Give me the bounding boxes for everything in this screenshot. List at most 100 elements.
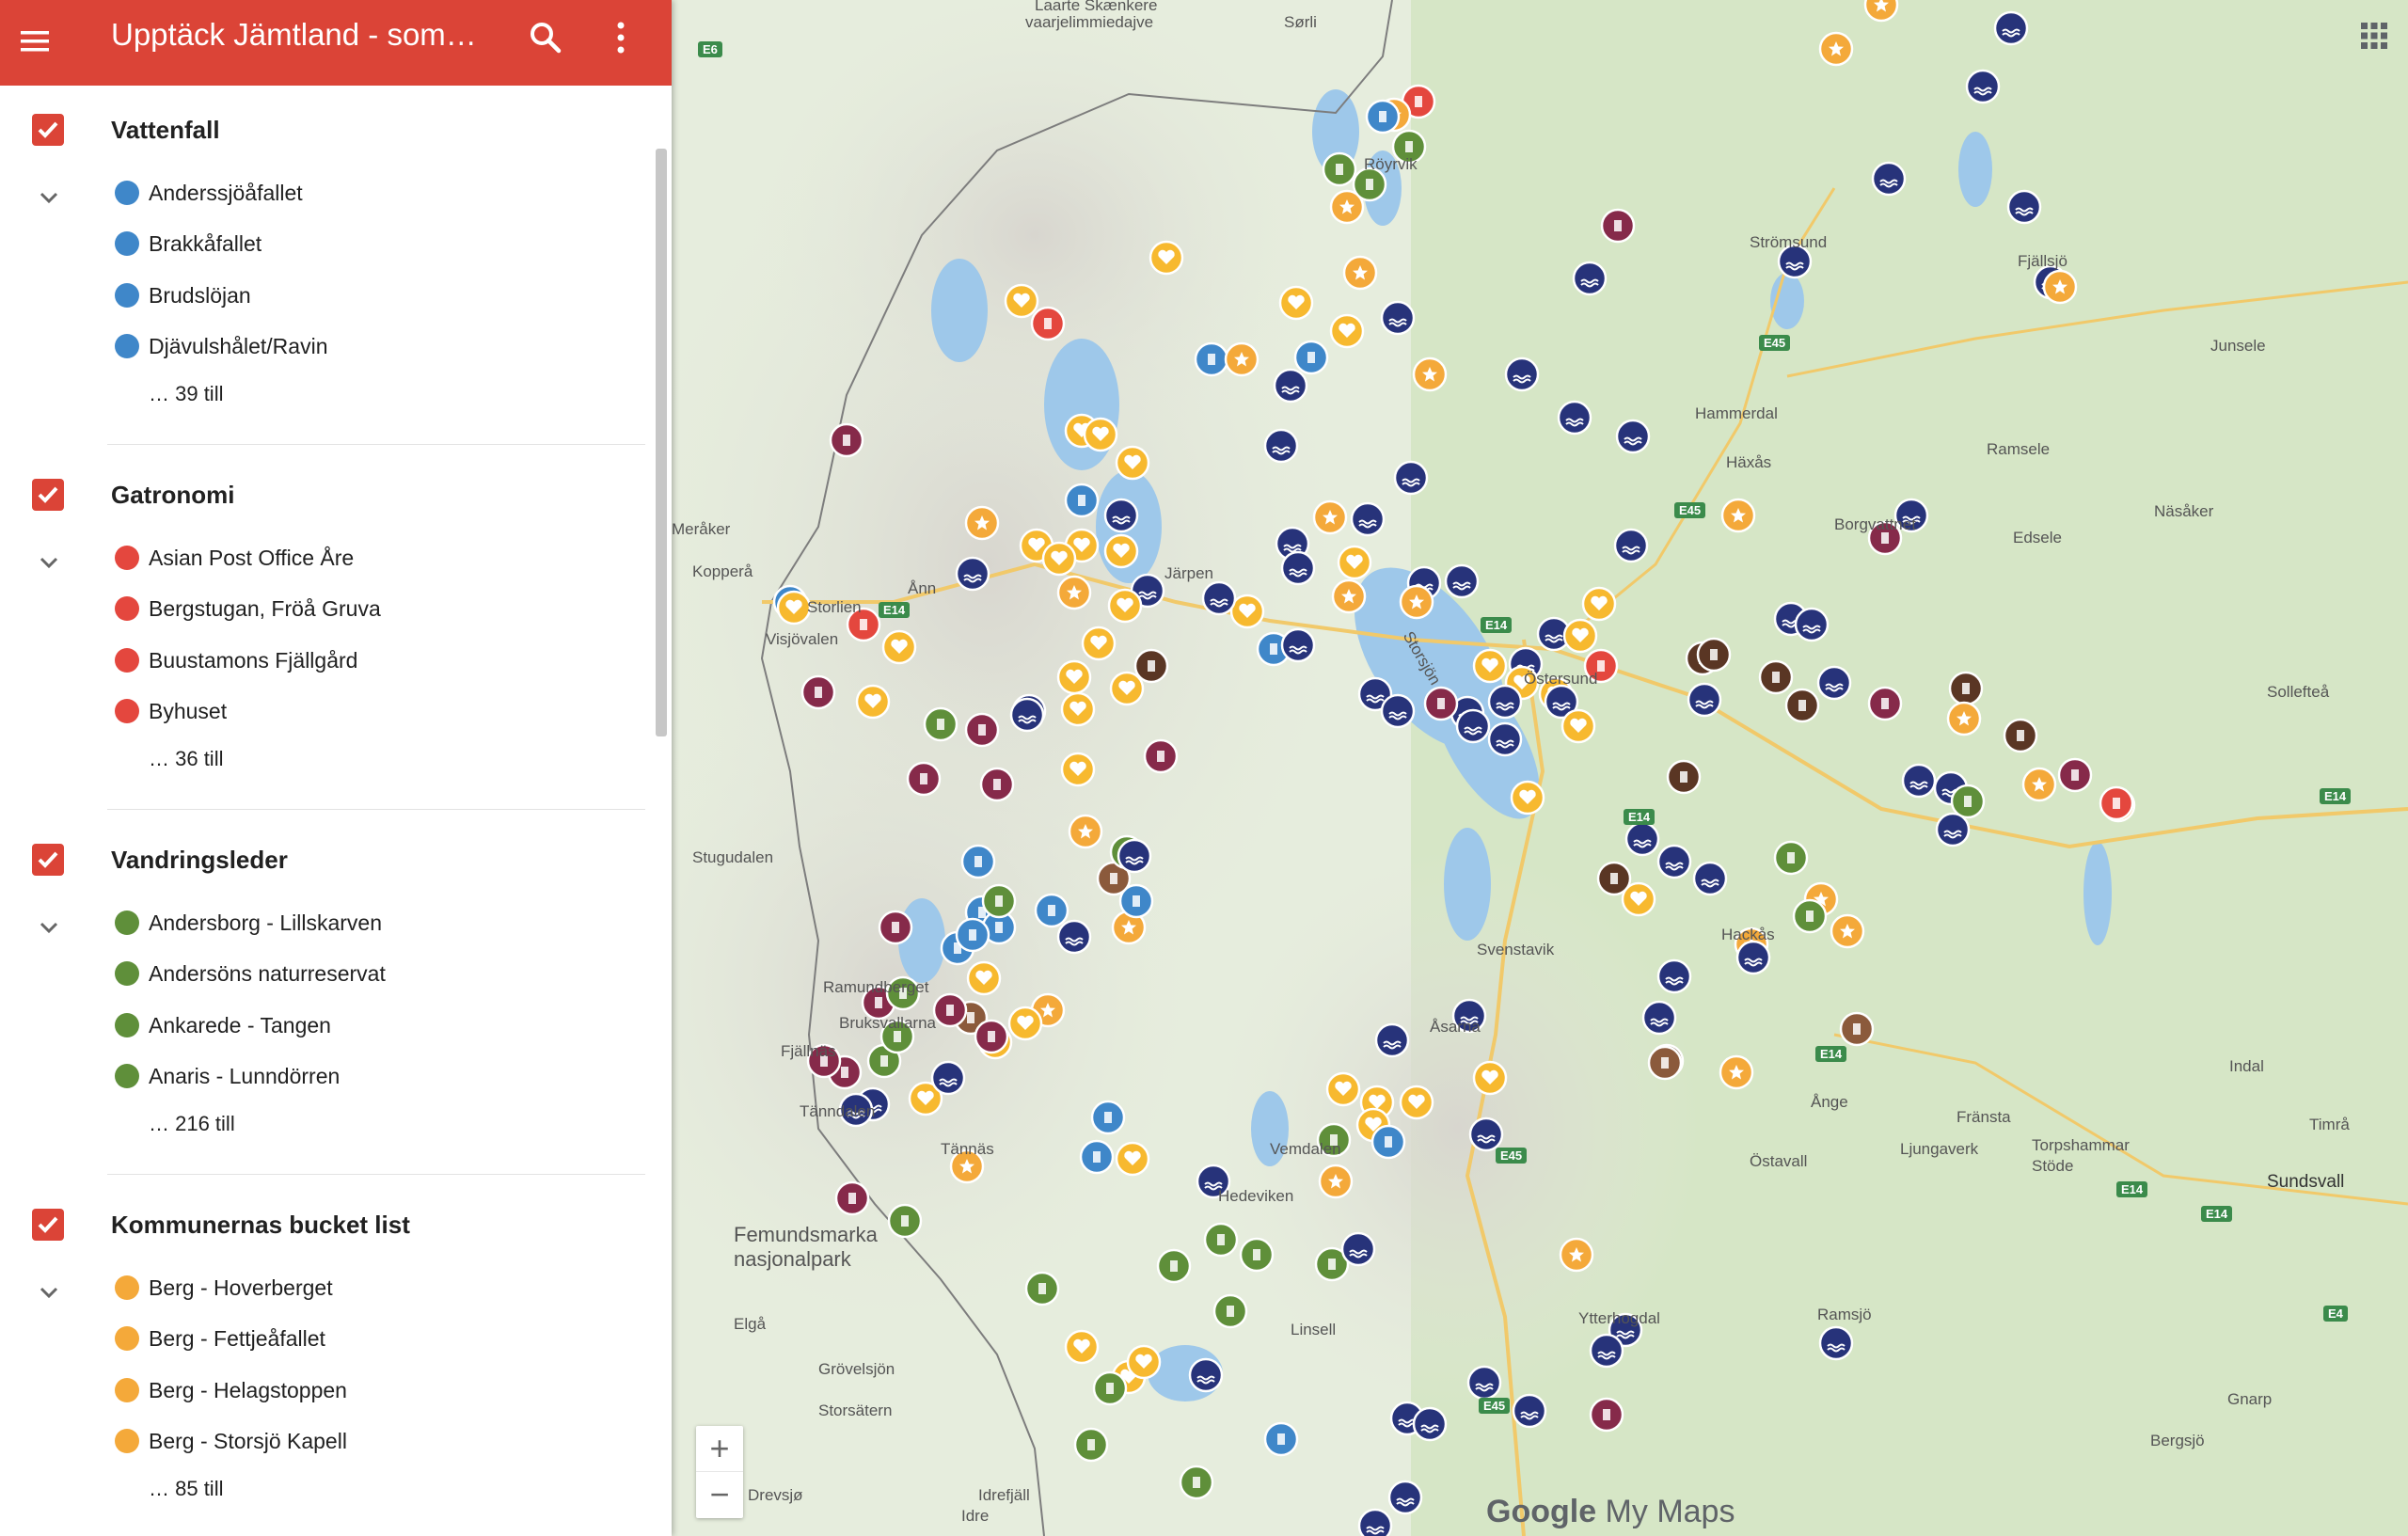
layer-item[interactable]: Brudslöjan (115, 279, 251, 311)
swim-marker[interactable] (1466, 1365, 1502, 1401)
swim-marker[interactable] (1455, 708, 1491, 744)
lodging-marker[interactable] (932, 992, 968, 1028)
swim-marker[interactable] (1188, 1357, 1224, 1393)
chevron-down-icon[interactable] (36, 1279, 62, 1306)
swim-marker[interactable] (1656, 958, 1692, 994)
heart-marker[interactable] (1060, 691, 1096, 727)
swim-marker[interactable] (1504, 356, 1540, 392)
swim-marker[interactable] (1687, 682, 1722, 718)
lodging-marker[interactable] (834, 1180, 870, 1216)
layer-title[interactable]: Vattenfall (111, 114, 220, 146)
waterfall-marker[interactable] (1293, 340, 1329, 375)
lodging-marker[interactable] (829, 422, 864, 458)
bucket-marker[interactable] (1830, 913, 1865, 949)
swim-marker[interactable] (1624, 821, 1660, 857)
heart-marker[interactable] (1149, 240, 1184, 276)
layer-checkbox[interactable] (32, 1209, 64, 1241)
search-icon[interactable] (527, 19, 564, 56)
lodging-marker[interactable] (974, 1019, 1009, 1054)
swim-marker[interactable] (1273, 368, 1308, 404)
heart-marker[interactable] (1329, 313, 1365, 349)
heart-marker[interactable] (1083, 417, 1118, 452)
hiking-marker[interactable] (1773, 840, 1809, 876)
bucket-marker[interactable] (1719, 1054, 1754, 1090)
layer-item[interactable]: Berg - Helagstoppen (115, 1374, 347, 1406)
zoom-out-button[interactable]: − (696, 1472, 743, 1517)
layer-item[interactable]: Buustamons Fjällgård (115, 644, 357, 676)
layer-checkbox[interactable] (32, 479, 64, 511)
heart-marker[interactable] (776, 590, 812, 625)
swim-marker[interactable] (1512, 1393, 1547, 1429)
bucket-marker[interactable] (1056, 575, 1092, 610)
hiking-marker[interactable] (1092, 1370, 1128, 1406)
heart-marker[interactable] (1510, 780, 1545, 816)
swim-marker[interactable] (1374, 1022, 1410, 1058)
layer-title[interactable]: Kommunernas bucket list (111, 1209, 410, 1241)
swim-marker[interactable] (1350, 501, 1386, 537)
bucket-marker[interactable] (964, 505, 1000, 541)
hiking-marker[interactable] (1239, 1237, 1275, 1273)
waterfall-marker[interactable] (1034, 893, 1069, 928)
hiking-marker[interactable] (1179, 1465, 1214, 1500)
bucket-marker[interactable] (1224, 341, 1259, 377)
swim-marker[interactable] (1613, 528, 1649, 563)
lodging-marker[interactable] (2057, 757, 2093, 793)
layer-checkbox[interactable] (32, 844, 64, 876)
swim-marker[interactable] (1380, 300, 1416, 336)
layer-item[interactable]: Asian Post Office Åre (115, 542, 354, 574)
heart-marker[interactable] (1107, 588, 1143, 624)
layer-item[interactable]: Anaris - Lunndörren (115, 1060, 340, 1092)
heart-marker[interactable] (966, 960, 1002, 996)
swim-marker[interactable] (1280, 550, 1316, 586)
swim-marker[interactable] (1487, 721, 1523, 757)
waterfall-marker[interactable] (1263, 1421, 1299, 1457)
sidebar-scrollbar[interactable] (656, 149, 667, 736)
swim-marker[interactable] (1818, 1325, 1854, 1361)
chevron-down-icon[interactable] (36, 914, 62, 941)
heart-marker[interactable] (1126, 1344, 1162, 1380)
swim-marker[interactable] (1280, 627, 1316, 663)
layer-item[interactable]: Berg - Storsjö Kapell (115, 1425, 347, 1457)
heart-marker[interactable] (1064, 1329, 1100, 1365)
swim-marker[interactable] (1735, 940, 1771, 975)
waterfall-marker[interactable] (1090, 1100, 1126, 1135)
hiking-marker[interactable] (1156, 1248, 1192, 1284)
swim-marker[interactable] (1117, 838, 1152, 874)
hiking-marker[interactable] (923, 706, 958, 742)
waterfall-marker[interactable] (960, 844, 996, 879)
bucket-marker[interactable] (1399, 584, 1434, 620)
heart-marker[interactable] (1278, 285, 1314, 321)
climb-marker[interactable] (1696, 637, 1732, 673)
layer-item[interactable]: Ankarede - Tangen (115, 1009, 331, 1041)
bucket-marker[interactable] (1318, 1164, 1354, 1199)
bucket-marker[interactable] (1412, 356, 1448, 392)
layer-item[interactable]: Djävulshålet/Ravin (115, 330, 327, 362)
swim-marker[interactable] (1589, 1333, 1624, 1369)
waterfall-marker[interactable] (1079, 1139, 1115, 1175)
bucket-marker[interactable] (1559, 1237, 1594, 1273)
bucket-marker[interactable] (2042, 269, 2078, 305)
swim-marker[interactable] (1692, 861, 1728, 896)
layer-item[interactable]: Bergstugan, Fröå Gruva (115, 593, 381, 625)
layer-checkbox[interactable] (32, 114, 64, 146)
more-items-link[interactable]: … 85 till (149, 1475, 223, 1503)
bucket-marker[interactable] (1312, 499, 1348, 535)
swim-marker[interactable] (1103, 498, 1139, 533)
map-title[interactable]: Upptäck Jämtland - som… (111, 17, 477, 53)
swim-marker[interactable] (1340, 1231, 1376, 1267)
heart-marker[interactable] (1581, 586, 1617, 622)
climb-marker[interactable] (1758, 659, 1794, 695)
swim-marker[interactable] (1557, 400, 1592, 435)
bucket-marker[interactable] (1342, 255, 1378, 291)
bucket-marker[interactable] (1946, 701, 1982, 736)
heart-marker[interactable] (855, 684, 891, 720)
heart-marker[interactable] (1472, 1060, 1508, 1096)
lodging-marker[interactable] (906, 761, 942, 797)
waterfall-marker[interactable] (1365, 99, 1401, 135)
swim-marker[interactable] (1641, 1000, 1677, 1036)
swim-marker[interactable] (930, 1060, 966, 1096)
swim-marker[interactable] (2006, 189, 2042, 225)
menu-icon[interactable] (19, 24, 55, 60)
climb-marker[interactable] (1948, 671, 1984, 706)
bucket-marker[interactable] (1068, 814, 1103, 849)
